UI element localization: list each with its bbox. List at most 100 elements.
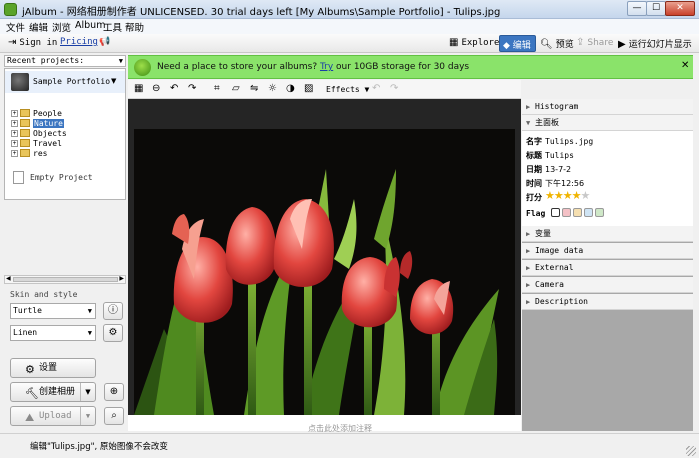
flag-swatch[interactable]	[584, 208, 593, 217]
project-thumbnail	[11, 73, 29, 91]
sign-in-button[interactable]: ⇥ Sign in	[8, 37, 57, 48]
menu-help[interactable]: 帮助	[125, 20, 144, 34]
section-description[interactable]: ▶ Description	[522, 294, 693, 310]
play-icon: ▶	[618, 39, 626, 50]
settings-button[interactable]: ⚙ 设置	[10, 358, 96, 378]
announcement-icon[interactable]: 📢	[99, 37, 110, 47]
menu-edit[interactable]: 编辑	[29, 20, 48, 34]
scrollbar-thumb[interactable]	[13, 277, 118, 282]
pricing-link[interactable]: Pricing	[60, 37, 98, 47]
chevron-down-icon[interactable]: ▼	[111, 77, 116, 85]
section-variables[interactable]: ▶ 变量	[522, 226, 693, 242]
file-name-value[interactable]: Tulips.jpg	[545, 137, 593, 146]
star-icon[interactable]: ★	[572, 189, 582, 202]
menu-album[interactable]: Album	[75, 20, 105, 31]
view-online-button[interactable]: ⌕	[104, 407, 124, 425]
tree-folder-res[interactable]: + res	[11, 149, 47, 159]
flag-row: Flag	[526, 209, 546, 218]
skin-info-button[interactable]: ⓘ	[103, 302, 123, 320]
resize-grip[interactable]	[686, 446, 696, 456]
horizontal-scrollbar[interactable]: ◀ ▶	[4, 275, 126, 284]
try-storage-link[interactable]: Try	[320, 62, 333, 72]
grid-icon[interactable]: ▦	[134, 83, 143, 94]
time-value: 下午12:56	[545, 179, 585, 188]
tag-icon: ◆	[503, 41, 510, 51]
make-album-button[interactable]: 🔨︎ 创建相册 ▼	[10, 382, 96, 402]
tree-folder-nature[interactable]: + Nature	[11, 119, 64, 129]
chevron-right-icon: ▶	[526, 103, 531, 111]
crop-icon[interactable]: ⌗	[214, 83, 220, 94]
folder-icon	[20, 109, 30, 117]
edit-mode-button[interactable]: ◆ 编辑	[499, 35, 536, 52]
tree-folder-travel[interactable]: + Travel	[11, 139, 62, 149]
skin-settings-button[interactable]: ⚙	[103, 324, 123, 342]
section-external[interactable]: ▶ External	[522, 260, 693, 276]
scroll-left-icon[interactable]: ◀	[6, 275, 11, 282]
section-histogram[interactable]: ▶ Histogram	[522, 99, 693, 115]
section-main-panel[interactable]: ▼ 主面板	[522, 115, 693, 131]
rating-stars[interactable]: ★★★★★	[545, 189, 591, 202]
folder-icon	[20, 149, 30, 157]
tree-folder-people[interactable]: + People	[11, 109, 62, 119]
brightness-icon[interactable]: ☼	[268, 83, 277, 94]
expand-icon[interactable]: +	[11, 120, 18, 127]
project-header[interactable]: Sample Portfolio ▼	[5, 71, 125, 93]
close-window-button[interactable]: ✕	[665, 1, 695, 16]
close-banner-button[interactable]: ✕	[681, 60, 689, 71]
preview-button[interactable]: 🔍︎ 预览	[540, 37, 574, 50]
menu-browse[interactable]: 浏览	[52, 20, 71, 34]
straighten-icon[interactable]: ▱	[232, 83, 240, 94]
folder-icon	[20, 119, 30, 127]
flag-swatch[interactable]	[551, 208, 560, 217]
tulips-photo[interactable]	[134, 129, 515, 415]
flag-swatch[interactable]	[573, 208, 582, 217]
share-button[interactable]: ⇪ Share	[576, 37, 613, 48]
explore-button[interactable]: ▦ Explore	[449, 37, 499, 48]
redo-icon[interactable]: ↷	[390, 83, 398, 94]
remove-icon[interactable]: ⊖	[152, 83, 160, 94]
upload-button[interactable]: ⛰︎ Upload ▼	[10, 406, 96, 426]
title-bar: jAlbum - 网络相册制作者 UNLICENSED. 30 trial da…	[0, 0, 699, 19]
chevron-down-icon[interactable]: ▼	[80, 407, 95, 425]
skin-select[interactable]: Turtle ▼	[10, 303, 96, 319]
chevron-down-icon: ▼	[118, 57, 123, 65]
star-icon[interactable]: ★	[545, 189, 555, 202]
project-tree: Sample Portfolio ▼ + People + Nature + Obje…	[4, 68, 126, 200]
picture-icon[interactable]: ▨	[304, 83, 313, 94]
flag-swatch[interactable]	[595, 208, 604, 217]
flip-icon[interactable]: ⇋	[250, 83, 258, 94]
slideshow-button[interactable]: ▶ 运行幻灯片显示	[618, 37, 692, 50]
maximize-button[interactable]: ☐	[646, 1, 666, 16]
star-icon[interactable]: ★	[563, 189, 573, 202]
menu-bar: 文件 编辑 浏览 Album 工具 帮助	[0, 19, 699, 34]
chevron-down-icon[interactable]: ▼	[80, 383, 95, 401]
recent-projects-dropdown[interactable]: Recent projects: ▼	[4, 55, 126, 67]
flag-swatch[interactable]	[562, 208, 571, 217]
star-icon[interactable]: ★	[581, 189, 591, 202]
menu-tools[interactable]: 工具	[103, 20, 122, 34]
window-title: jAlbum - 网络相册制作者 UNLICENSED. 30 trial da…	[22, 7, 501, 18]
contrast-icon[interactable]: ◑	[286, 83, 295, 94]
expand-icon[interactable]: +	[11, 150, 18, 157]
style-select[interactable]: Linen ▼	[10, 325, 96, 341]
scroll-right-icon[interactable]: ▶	[119, 275, 124, 282]
preview-album-button[interactable]: ⊕	[104, 383, 124, 401]
rotate-right-icon[interactable]: ↷	[188, 83, 196, 94]
star-icon[interactable]: ★	[554, 189, 564, 202]
section-image-data[interactable]: ▶ Image data	[522, 243, 693, 259]
title-row: 标题 Tulips	[526, 151, 574, 160]
undo-icon[interactable]: ↶	[372, 83, 380, 94]
expand-icon[interactable]: +	[11, 140, 18, 147]
menu-file[interactable]: 文件	[6, 20, 25, 34]
expand-icon[interactable]: +	[11, 110, 18, 117]
caption-area[interactable]: 点击此处添加注释	[128, 415, 521, 433]
effects-menu[interactable]: Effects ▼	[326, 85, 369, 94]
section-camera[interactable]: ▶ Camera	[522, 277, 693, 293]
grid-icon: ▦	[449, 37, 459, 48]
title-value[interactable]: Tulips	[545, 151, 574, 160]
minimize-button[interactable]: —	[627, 1, 647, 16]
tree-folder-objects[interactable]: + Objects	[11, 129, 67, 139]
rotate-left-icon[interactable]: ↶	[170, 83, 178, 94]
storage-banner: Need a place to store your albums? Try o…	[128, 55, 693, 79]
expand-icon[interactable]: +	[11, 130, 18, 137]
